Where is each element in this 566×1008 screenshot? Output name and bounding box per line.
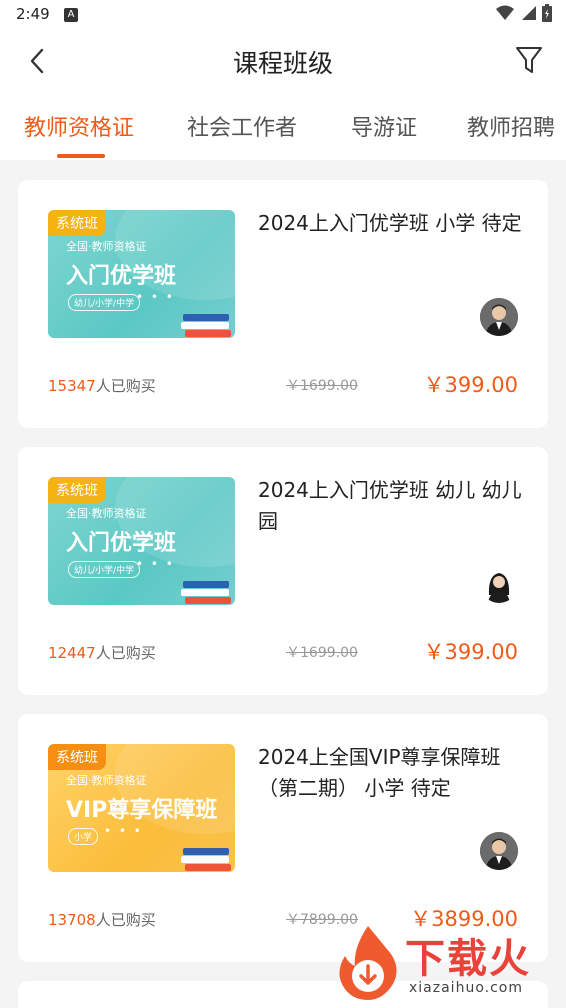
cover-headline: VIP尊享保障班	[66, 798, 218, 823]
cover-headline: 入门优学班	[66, 264, 177, 289]
watermark: 下载火 xiazaihuo.com	[333, 924, 558, 1004]
teacher-avatar	[480, 298, 518, 336]
signal-icon	[522, 6, 536, 20]
buyers-number: 12447	[48, 644, 96, 662]
course-title: 2024上入门优学班 幼儿 幼儿园	[258, 478, 522, 533]
course-card[interactable]: 系统班 全国·教师资格证 入门优学班 幼儿/小学/中学 • • • 2024上入…	[18, 180, 548, 428]
course-title: 2024上入门优学班 小学 待定	[258, 211, 522, 235]
notification-a-icon: A	[64, 8, 78, 22]
buyers-number: 15347	[48, 377, 96, 395]
system-icons	[496, 4, 552, 22]
course-cover-image: 系统班 全国·教师资格证 VIP尊享保障班 小学 • • •	[48, 744, 235, 872]
class-type-tag: 系统班	[48, 210, 106, 236]
active-tab-indicator	[57, 154, 105, 158]
cover-subtitle: 全国·教师资格证	[66, 240, 147, 253]
books-icon	[181, 314, 231, 337]
cover-level-pill: 幼儿/小学/中学	[68, 561, 141, 578]
books-icon	[181, 581, 231, 604]
sale-price: ￥399.00	[423, 373, 518, 397]
status-time: 2:49	[16, 5, 50, 23]
books-icon	[181, 848, 231, 871]
watermark-url: xiazaihuo.com	[409, 980, 523, 996]
teacher-avatar	[480, 832, 518, 870]
course-card[interactable]: 系统班 全国·教师资格证 入门优学班 幼儿/小学/中学 • • • 2024上入…	[18, 447, 548, 695]
course-cover-image: 系统班 全国·教师资格证 入门优学班 幼儿/小学/中学 • • •	[48, 477, 235, 605]
status-bar: 2:49 A	[0, 0, 566, 30]
cover-subtitle: 全国·教师资格证	[66, 507, 147, 520]
buyers-count: 13708人已购买	[48, 909, 156, 930]
buyers-label: 人已购买	[95, 911, 156, 929]
buyers-label: 人已购买	[95, 377, 156, 395]
cover-level-pill: 幼儿/小学/中学	[68, 294, 141, 311]
flame-logo-icon	[339, 926, 397, 1000]
tab-teacher-qualification[interactable]: 教师资格证	[24, 110, 134, 142]
class-type-tag: 系统班	[48, 744, 106, 770]
teacher-avatar	[480, 565, 518, 603]
battery-icon	[542, 4, 552, 22]
tab-tour-guide[interactable]: 导游证	[351, 110, 417, 142]
buyers-number: 13708	[48, 911, 96, 929]
cover-headline: 入门优学班	[66, 531, 177, 556]
page-title: 课程班级	[232, 49, 333, 78]
cover-dots: • • •	[136, 557, 175, 571]
sale-price: ￥399.00	[423, 640, 518, 664]
course-cover-image: 系统班 全国·教师资格证 入门优学班 幼儿/小学/中学 • • •	[48, 210, 235, 338]
tab-social-worker[interactable]: 社会工作者	[187, 110, 297, 142]
cover-subtitle: 全国·教师资格证	[66, 774, 147, 787]
tab-teacher-recruitment[interactable]: 教师招聘	[467, 110, 555, 142]
buyers-count: 15347人已购买	[48, 375, 156, 396]
class-type-tag: 系统班	[48, 477, 106, 503]
cover-level-pill: 小学	[68, 828, 99, 845]
filter-icon[interactable]	[514, 44, 544, 76]
category-tabs: 教师资格证 社会工作者 导游证 教师招聘	[0, 94, 566, 160]
wifi-icon	[496, 5, 514, 20]
app-header: 课程班级	[0, 30, 566, 94]
watermark-text: 下载火	[405, 936, 531, 982]
cover-dots: • • •	[104, 824, 143, 838]
cover-dots: • • •	[136, 290, 175, 304]
course-title: 2024上全国VIP尊享保障班（第二期） 小学 待定	[258, 745, 501, 800]
original-price: ￥1699.00	[286, 645, 358, 661]
buyers-count: 12447人已购买	[48, 642, 156, 663]
original-price: ￥1699.00	[286, 378, 358, 394]
buyers-label: 人已购买	[95, 644, 156, 662]
